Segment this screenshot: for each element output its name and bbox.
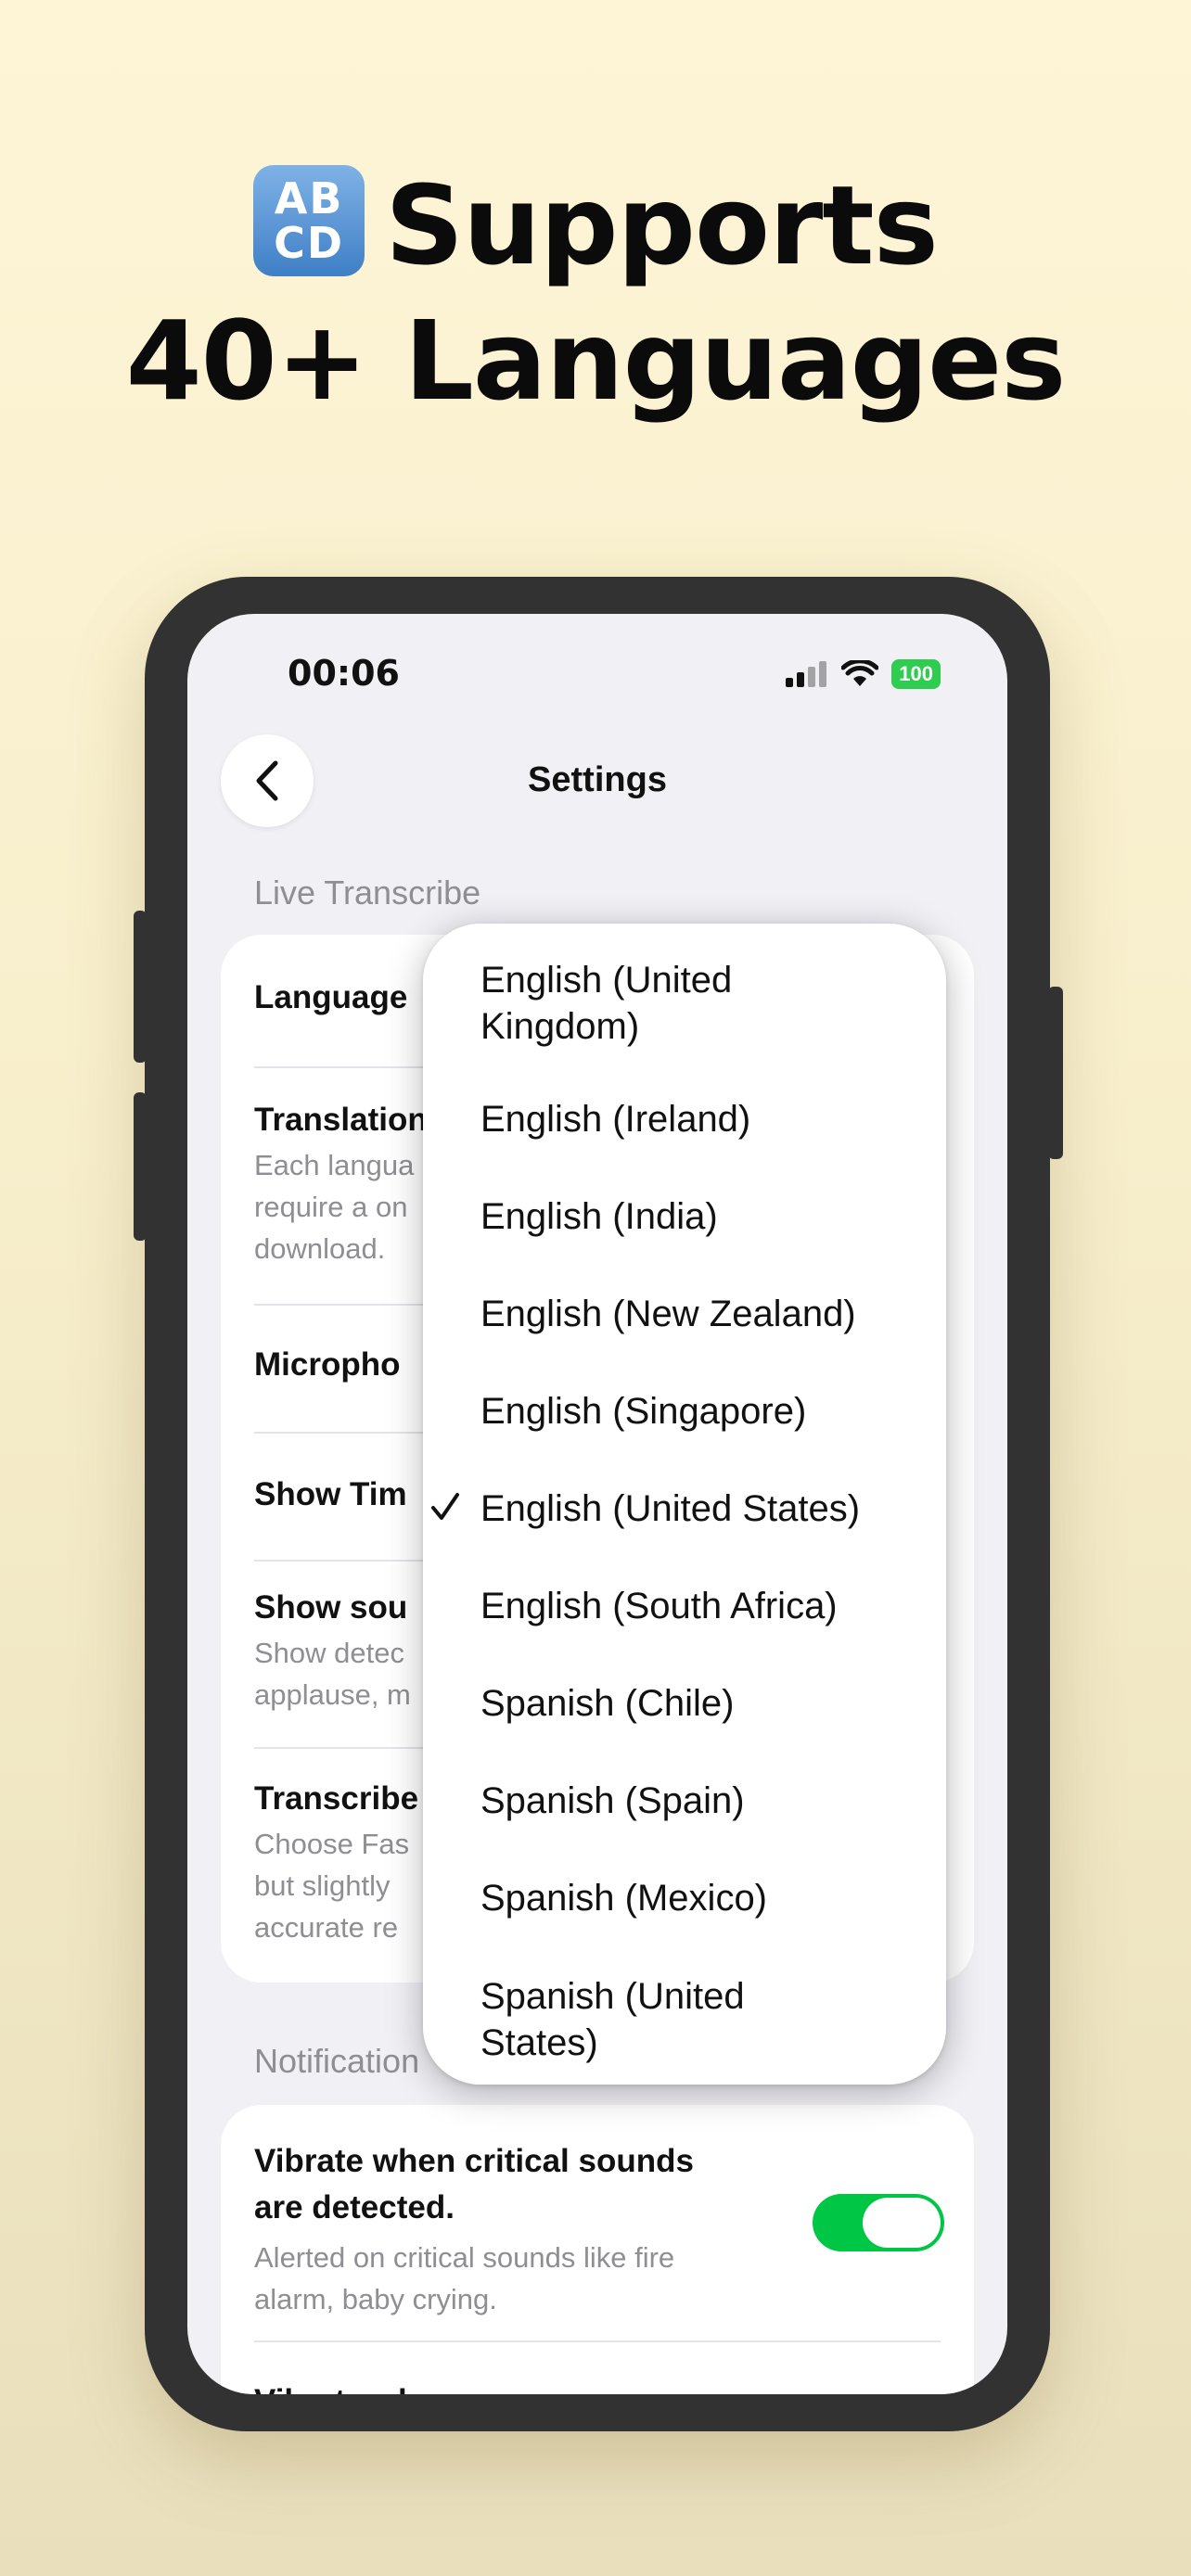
menu-item-spanish-mexico[interactable]: Spanish (Mexico) xyxy=(480,1875,918,1921)
status-time: 00:06 xyxy=(288,653,400,694)
section-header-live-transcribe: Live Transcribe xyxy=(254,874,481,912)
vibrate-row-partial-label: Vibrate when xyxy=(254,2383,941,2394)
vibrate-critical-row: Vibrate when critical sounds are detecte… xyxy=(254,2138,788,2320)
vibrate-critical-description: Alerted on critical sounds like fire ala… xyxy=(254,2241,675,2315)
power-button xyxy=(1048,987,1063,1159)
page-title: Settings xyxy=(528,760,667,799)
section-header-notification: Notification xyxy=(254,2042,420,2080)
input-latin-letters-icon: AB CD xyxy=(253,164,365,276)
volume-down-button xyxy=(134,1092,147,1241)
checkmark-icon xyxy=(431,1493,459,1520)
menu-item-english-singapore[interactable]: English (Singapore) xyxy=(480,1388,918,1435)
wifi-icon xyxy=(841,660,879,686)
notification-card: Vibrate when critical sounds are detecte… xyxy=(221,2105,974,2394)
menu-item-spanish-chile[interactable]: Spanish (Chile) xyxy=(480,1680,918,1727)
menu-item-english-ireland[interactable]: English (Ireland) xyxy=(480,1096,918,1142)
menu-item-spanish-spain[interactable]: Spanish (Spain) xyxy=(480,1778,918,1824)
vibrate-critical-label: Vibrate when critical sounds are detecte… xyxy=(254,2143,694,2225)
headline-line-1: AB CD Supports xyxy=(0,158,1191,293)
menu-item-english-south-africa[interactable]: English (South Africa) xyxy=(480,1583,918,1629)
menu-item-english-united-states[interactable]: English (United States) xyxy=(431,1486,918,1532)
menu-item-spanish-united-states[interactable]: Spanish (United States) xyxy=(480,1973,918,2066)
menu-item-english-india[interactable]: English (India) xyxy=(480,1193,918,1240)
toggle-knob xyxy=(863,2198,941,2248)
headline: AB CD Supports 40+ Languages xyxy=(0,158,1191,428)
vibrate-critical-toggle[interactable] xyxy=(813,2194,944,2251)
status-icons: 100 xyxy=(786,658,941,690)
menu-item-label: English (United States) xyxy=(480,1488,861,1529)
cellular-signal-icon xyxy=(786,661,828,687)
headline-line-2: 40+ Languages xyxy=(125,297,1067,425)
language-menu: English (United Kingdom) English (Ireland… xyxy=(423,924,946,2085)
volume-up-button xyxy=(134,911,147,1063)
vibrate-row-partial[interactable]: Vibrate when xyxy=(254,2383,941,2394)
menu-item-english-uk[interactable]: English (United Kingdom) xyxy=(480,957,918,1050)
battery-icon: 100 xyxy=(891,659,941,689)
divider xyxy=(254,2340,941,2342)
menu-item-english-new-zealand[interactable]: English (New Zealand) xyxy=(480,1291,918,1337)
